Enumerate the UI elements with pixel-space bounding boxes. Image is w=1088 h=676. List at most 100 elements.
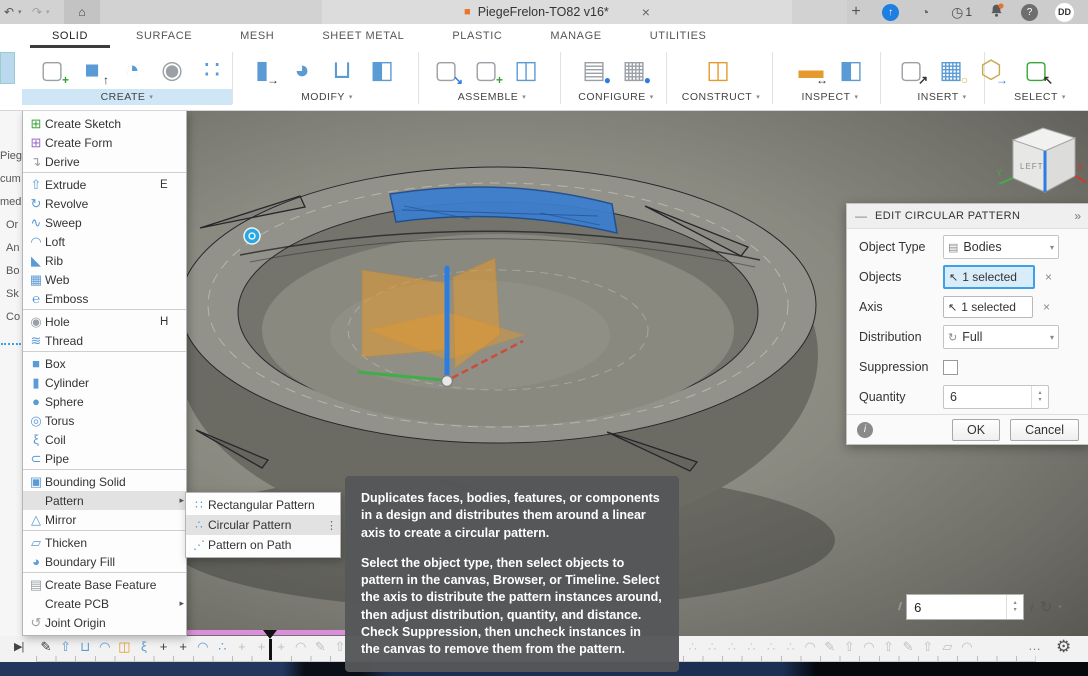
timeline-feature[interactable]: ξ bbox=[136, 637, 152, 657]
timeline-feature[interactable]: + bbox=[175, 637, 191, 657]
browser-item[interactable]: Or bbox=[0, 214, 22, 237]
document-tab[interactable]: ■ PiegeFrelon-TO82 v16* × bbox=[322, 0, 792, 24]
timeline-feature[interactable]: ◠ bbox=[293, 637, 309, 657]
timeline-feature[interactable]: + bbox=[156, 637, 172, 657]
home-button[interactable]: ⌂ bbox=[64, 0, 100, 24]
stepper-up-icon[interactable]: ▴ bbox=[1038, 390, 1041, 397]
job-status-button[interactable]: ◷ 1 bbox=[951, 4, 972, 21]
timeline-feature[interactable]: ⇧ bbox=[920, 637, 936, 657]
timeline-feature[interactable]: ◠ bbox=[195, 637, 211, 657]
axis-selection-chip[interactable]: ↖ 1 selected bbox=[943, 296, 1033, 318]
stepper-down-icon[interactable]: ▾ bbox=[1038, 397, 1041, 404]
assemble-menu-button[interactable]: ASSEMBLE▾ bbox=[424, 89, 560, 105]
modify-menu-button[interactable]: MODIFY▾ bbox=[238, 89, 416, 105]
menu-item[interactable]: ◣ Rib bbox=[23, 251, 186, 270]
menu-item[interactable]: ⇧ Extrude E bbox=[23, 175, 186, 194]
menu-item[interactable]: ■ Box bbox=[23, 354, 186, 373]
menu-item[interactable]: ▱ Thicken bbox=[23, 533, 186, 552]
shell-icon[interactable]: ⊔ bbox=[324, 52, 360, 88]
timeline-settings-gear-icon[interactable]: ⚙ bbox=[1056, 637, 1071, 657]
menu-item[interactable]: △ Mirror bbox=[23, 510, 186, 531]
timeline-feature[interactable]: ◠ bbox=[802, 637, 818, 657]
undo-icon[interactable]: ↶ bbox=[0, 5, 18, 19]
view-cube[interactable]: LEFT X Y bbox=[995, 118, 1087, 206]
clear-axis-icon[interactable]: × bbox=[1043, 300, 1050, 314]
viewcube-face-label[interactable]: LEFT bbox=[1020, 162, 1044, 171]
timeline-feature[interactable]: ⇧ bbox=[881, 637, 897, 657]
browser-item[interactable]: med bbox=[0, 191, 22, 214]
collapse-icon[interactable]: — bbox=[855, 209, 867, 223]
menu-item[interactable]: ▤ Create Base Feature bbox=[23, 575, 186, 594]
timeline-feature[interactable]: ◠ bbox=[861, 637, 877, 657]
browser-item[interactable]: cum bbox=[0, 168, 22, 191]
browser-item[interactable]: Bo bbox=[0, 260, 22, 283]
timeline-feature[interactable]: + bbox=[234, 637, 250, 657]
browser-item[interactable]: An bbox=[0, 237, 22, 260]
menu-item[interactable]: ◎ Torus bbox=[23, 411, 186, 430]
quantity-stepper[interactable]: ▴ ▾ bbox=[1031, 386, 1048, 408]
distribution-select[interactable]: ↻ Full ▾ bbox=[943, 325, 1059, 349]
timeline-feature[interactable]: ◫ bbox=[116, 637, 132, 657]
new-component-icon[interactable]: ▢+ bbox=[468, 52, 504, 88]
timeline-feature[interactable]: ◠ bbox=[959, 637, 975, 657]
menu-item[interactable]: ◉ Hole H bbox=[23, 312, 186, 331]
redo-dropdown-icon[interactable]: ▾ bbox=[46, 8, 56, 16]
cancel-button[interactable]: Cancel bbox=[1010, 419, 1079, 441]
canvas-quantity-input[interactable] bbox=[907, 599, 1002, 616]
clear-objects-icon[interactable]: × bbox=[1045, 270, 1052, 284]
create-menu-button[interactable]: CREATE▾ bbox=[22, 89, 232, 105]
full-rotation-icon[interactable]: ↻ bbox=[1040, 598, 1053, 616]
fillet-icon[interactable]: ◕ bbox=[284, 52, 320, 88]
help-icon[interactable]: ? bbox=[1021, 4, 1038, 21]
object-type-select[interactable]: ▤ Bodies ▾ bbox=[943, 235, 1059, 259]
submenu-item[interactable]: ⋰ Pattern on Path bbox=[186, 535, 340, 555]
info-icon[interactable]: i bbox=[857, 422, 873, 438]
browser-item[interactable]: Co bbox=[0, 306, 22, 329]
pattern-icon[interactable]: ∷ bbox=[194, 52, 230, 88]
ribbon-tab[interactable]: MESH bbox=[216, 24, 298, 48]
timeline-playhead[interactable] bbox=[263, 630, 277, 660]
ribbon-tab[interactable]: PLASTIC bbox=[428, 24, 526, 48]
timeline-feature[interactable]: ⇧ bbox=[58, 637, 74, 657]
ok-button[interactable]: OK bbox=[952, 419, 1000, 441]
timeline-feature[interactable]: ∴ bbox=[724, 637, 740, 657]
ribbon-tab[interactable]: UTILITIES bbox=[626, 24, 731, 48]
timeline-feature[interactable]: ✎ bbox=[38, 637, 54, 657]
timeline-feature[interactable]: ∴ bbox=[704, 637, 720, 657]
menu-item[interactable]: ⊞ Create Form bbox=[23, 133, 186, 152]
menu-item[interactable]: ◠ Loft bbox=[23, 232, 186, 251]
redo-icon[interactable]: ↷ bbox=[28, 5, 46, 19]
configure-features-icon[interactable]: ▤● bbox=[576, 52, 612, 88]
menu-item[interactable]: ▣ Bounding Solid bbox=[23, 472, 186, 491]
timeline-feature[interactable]: ✎ bbox=[312, 637, 328, 657]
measure-icon[interactable]: ▬↔ bbox=[793, 52, 829, 88]
configure-menu-button[interactable]: CONFIGURE▾ bbox=[566, 89, 666, 105]
timeline-feature[interactable]: ✎ bbox=[822, 637, 838, 657]
insert-derive-icon[interactable]: ▢↗ bbox=[893, 52, 929, 88]
menu-item[interactable]: ▮ Cylinder bbox=[23, 373, 186, 392]
menu-item[interactable]: ℮ Emboss bbox=[23, 289, 186, 310]
user-avatar[interactable]: DD bbox=[1055, 3, 1074, 22]
menu-item[interactable]: ▦ Web bbox=[23, 270, 186, 289]
quantity-input[interactable] bbox=[944, 389, 1032, 405]
play-to-end-icon[interactable]: ▶| bbox=[14, 640, 23, 653]
extrude-icon[interactable]: ■↑ bbox=[74, 52, 110, 88]
timeline-feature[interactable]: ⊔ bbox=[77, 637, 93, 657]
joint-icon[interactable]: ◫ bbox=[508, 52, 544, 88]
construct-menu-button[interactable]: CONSTRUCT▾ bbox=[672, 89, 770, 105]
canvas-quantity-stepper[interactable]: ▴ ▾ bbox=[1006, 595, 1023, 619]
submenu-item[interactable]: ∴ Circular Pattern ⋮ bbox=[186, 515, 340, 535]
submenu-item[interactable]: ∷ Rectangular Pattern bbox=[186, 495, 340, 515]
suppression-checkbox[interactable] bbox=[943, 360, 958, 375]
timeline-feature[interactable]: ∴ bbox=[685, 637, 701, 657]
stepper-up-icon[interactable]: ▴ bbox=[1014, 600, 1017, 607]
browser-item[interactable]: Sk bbox=[0, 283, 22, 306]
timeline-feature[interactable]: ∴ bbox=[743, 637, 759, 657]
menu-item[interactable]: Create PCB ▸ bbox=[23, 594, 186, 613]
timeline-feature[interactable]: ◠ bbox=[97, 637, 113, 657]
insert-mesh-icon[interactable]: ⬡→ bbox=[973, 52, 1009, 88]
hole-icon[interactable]: ◉ bbox=[154, 52, 190, 88]
timeline-feature[interactable]: ∴ bbox=[214, 637, 230, 657]
ribbon-tab[interactable]: SURFACE bbox=[112, 24, 216, 48]
browser-panel[interactable]: Pieg cum med Or An Bo Sk Co bbox=[0, 110, 22, 676]
